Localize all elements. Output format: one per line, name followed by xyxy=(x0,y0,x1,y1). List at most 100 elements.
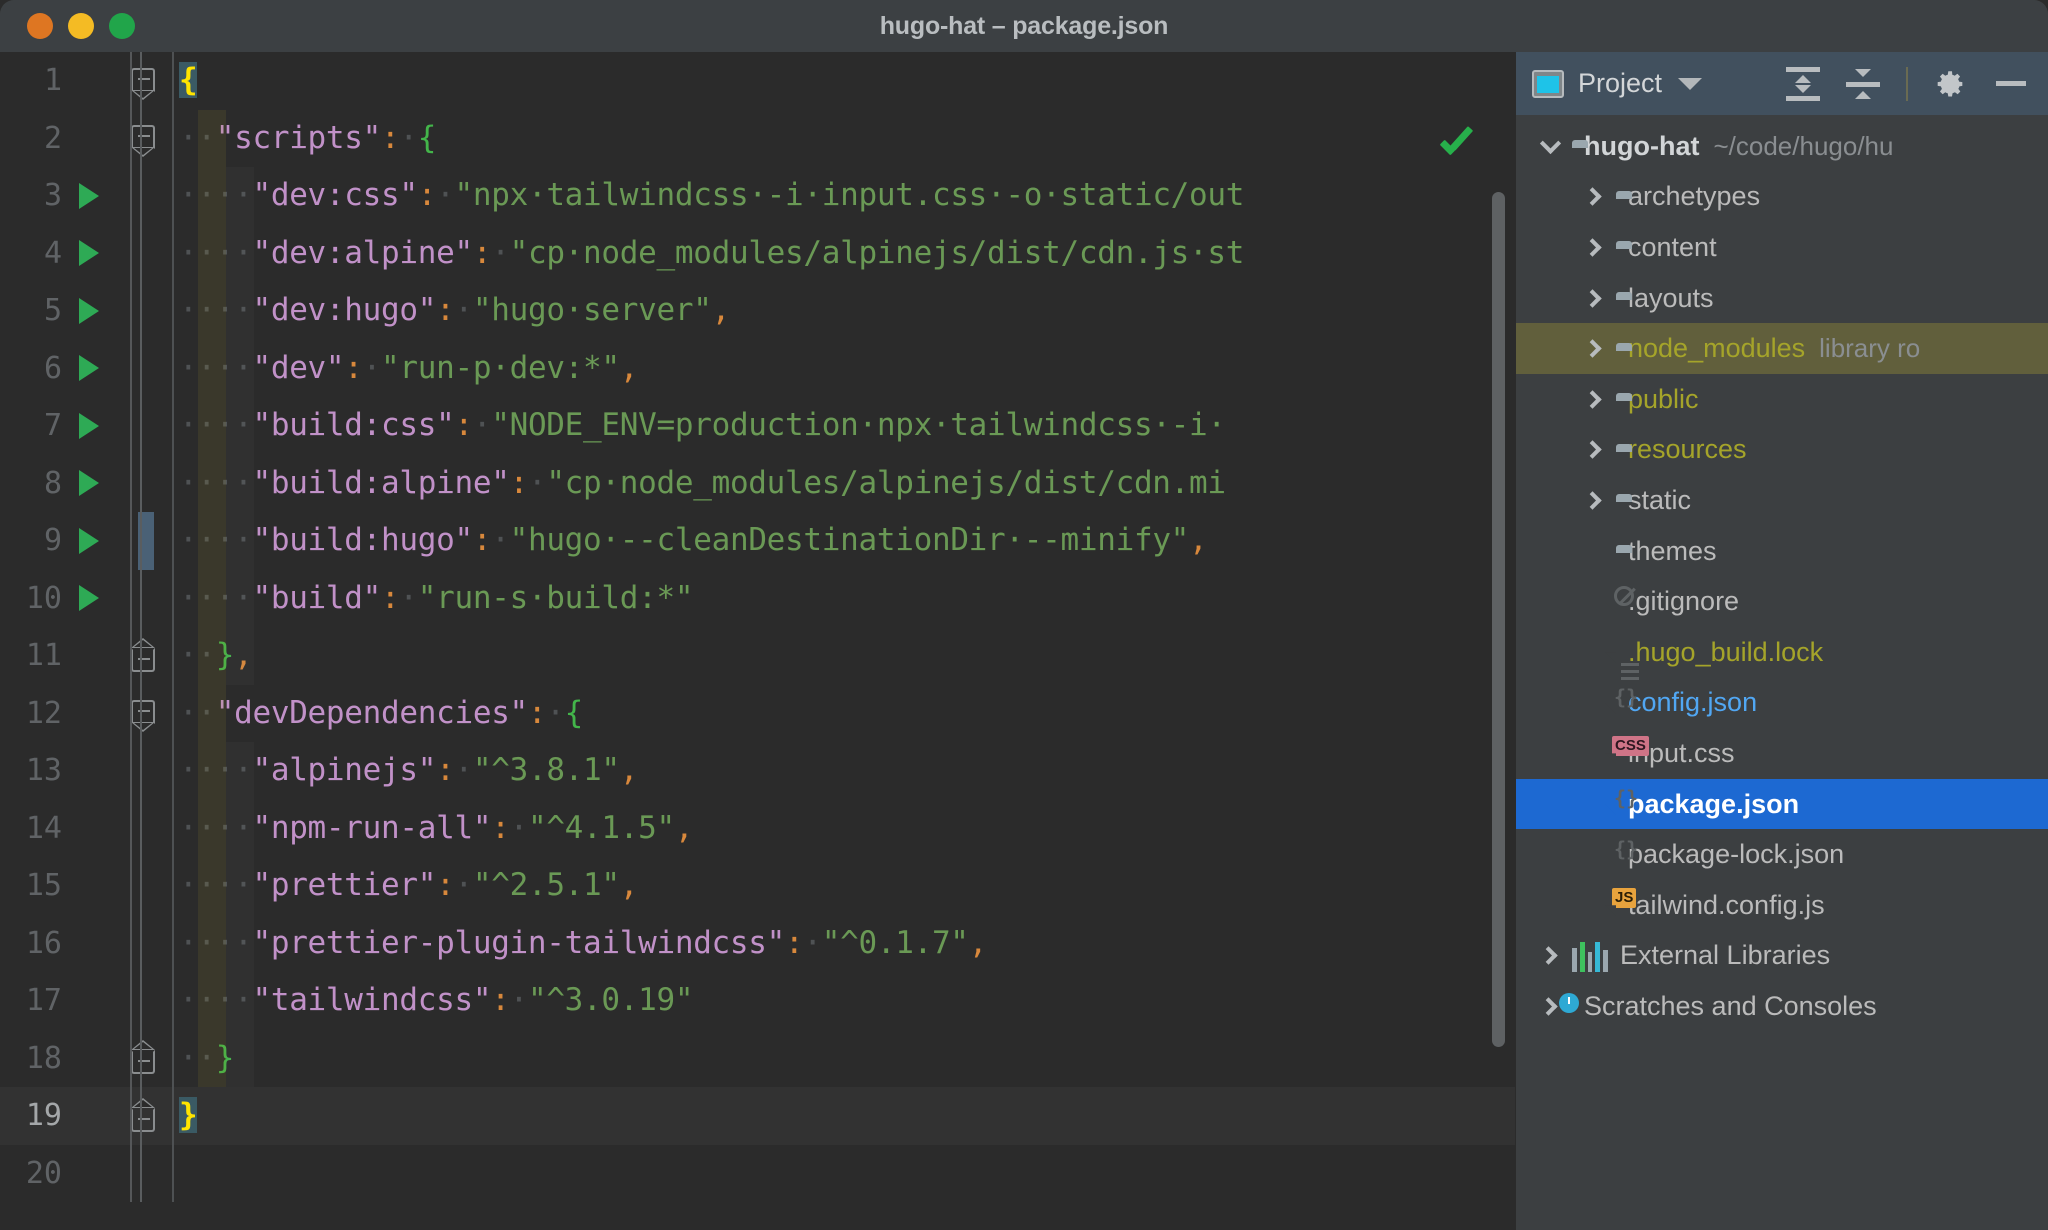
tree-expand-arrow[interactable] xyxy=(1572,339,1616,358)
editor-gutter[interactable]: 9 xyxy=(0,512,175,570)
expand-all-button[interactable] xyxy=(1780,61,1826,107)
code-fold-toggle[interactable] xyxy=(112,685,175,743)
code-line-content[interactable]: ····"dev:alpine":·"cp·node_modules/alpin… xyxy=(175,225,1515,283)
tree-expand-arrow[interactable] xyxy=(1572,440,1616,460)
editor-line[interactable]: 20 xyxy=(0,1145,1515,1203)
tree-node-static[interactable]: static xyxy=(1516,475,2048,526)
editor-vertical-scrollbar[interactable] xyxy=(1492,192,1505,1047)
tree-node-resources[interactable]: resources xyxy=(1516,425,2048,476)
tree-expand-arrow[interactable] xyxy=(1572,288,1616,308)
tree-node-config-json[interactable]: {} config.json xyxy=(1516,678,2048,729)
editor-gutter[interactable]: 20 xyxy=(0,1145,175,1203)
code-fold-toggle[interactable] xyxy=(112,1030,175,1088)
code-line-content[interactable]: ··} xyxy=(175,1030,1515,1088)
fold-end-icon[interactable] xyxy=(130,1040,157,1075)
editor-gutter[interactable]: 10 xyxy=(0,570,175,628)
tree-expand-arrow[interactable] xyxy=(1572,187,1616,207)
code-line-content[interactable]: ····"npm-run-all":·"^4.1.5", xyxy=(175,800,1515,858)
editor-gutter[interactable]: 6 xyxy=(0,340,175,398)
run-script-arrow-icon[interactable] xyxy=(66,355,112,382)
editor-line[interactable]: 1{ xyxy=(0,52,1515,110)
code-fold-toggle[interactable] xyxy=(112,52,175,110)
code-line-content[interactable]: } xyxy=(175,1087,1515,1145)
code-line-content[interactable]: ··}, xyxy=(175,627,1515,685)
editor-gutter[interactable]: 18 xyxy=(0,1030,175,1088)
tree-node-package-json[interactable]: {} package.json xyxy=(1516,778,2048,830)
tree-expand-arrow[interactable] xyxy=(1528,132,1572,154)
code-fold-toggle[interactable] xyxy=(112,627,175,685)
code-line-content[interactable]: ····"dev:css":·"npx·tailwindcss·-i·input… xyxy=(175,167,1515,225)
code-line-content[interactable]: ····"build:css":·"NODE_ENV=production·np… xyxy=(175,397,1515,455)
zoom-button-icon[interactable] xyxy=(109,13,135,39)
chevron-down-icon[interactable] xyxy=(1678,77,1703,90)
editor-gutter[interactable]: 16 xyxy=(0,915,175,973)
tree-node--gitignore[interactable]: .gitignore xyxy=(1516,576,2048,627)
fold-end-icon[interactable] xyxy=(130,637,157,672)
code-line-content[interactable]: ··"scripts":·{ xyxy=(175,110,1515,168)
tree-node-package-lock-json[interactable]: {} package-lock.json xyxy=(1516,829,2048,880)
code-fold-toggle[interactable] xyxy=(112,1087,175,1145)
tree-node-input-css[interactable]: CSS input.css xyxy=(1516,728,2048,779)
fold-collapse-icon[interactable] xyxy=(130,65,157,100)
code-line-content[interactable]: ····"dev:hugo":·"hugo·server", xyxy=(175,282,1515,340)
code-line-content[interactable]: ····"prettier-plugin-tailwindcss":·"^0.1… xyxy=(175,915,1515,973)
editor-gutter[interactable]: 13 xyxy=(0,742,175,800)
tree-expand-arrow[interactable] xyxy=(1572,491,1616,510)
settings-button[interactable] xyxy=(1928,61,1974,107)
editor-gutter[interactable]: 4 xyxy=(0,225,175,283)
code-line-content[interactable]: ····"build:alpine":·"cp·node_modules/alp… xyxy=(175,455,1515,513)
editor-line[interactable]: 19} xyxy=(0,1087,1515,1145)
tree-expand-arrow[interactable] xyxy=(1572,238,1616,257)
code-line-content[interactable]: ····"build":·"run-s·build:*" xyxy=(175,570,1515,628)
tree-expand-arrow[interactable] xyxy=(1528,946,1572,965)
tree-node-node-modules[interactable]: node_modules library ro xyxy=(1516,323,2048,374)
run-script-arrow-icon[interactable] xyxy=(66,470,112,497)
collapse-all-button[interactable] xyxy=(1840,61,1886,107)
fold-collapse-icon[interactable] xyxy=(130,697,157,733)
code-fold-toggle[interactable] xyxy=(112,110,175,168)
tree-node-external-libraries[interactable]: External Libraries xyxy=(1516,931,2048,982)
editor-gutter[interactable]: 11 xyxy=(0,627,175,685)
run-script-arrow-icon[interactable] xyxy=(66,527,112,554)
tree-node-archetypes[interactable]: archetypes xyxy=(1516,172,2048,223)
run-script-arrow-icon[interactable] xyxy=(66,585,112,612)
run-script-arrow-icon[interactable] xyxy=(66,182,112,209)
minimize-button-icon[interactable] xyxy=(68,13,94,39)
editor-gutter[interactable]: 17 xyxy=(0,972,175,1030)
fold-collapse-icon[interactable] xyxy=(130,122,157,158)
editor-line[interactable]: 12 ··"devDependencies":·{ xyxy=(0,685,1515,743)
editor-gutter[interactable]: 14 xyxy=(0,800,175,858)
editor-gutter[interactable]: 19 xyxy=(0,1087,175,1145)
tree-node-layouts[interactable]: layouts xyxy=(1516,273,2048,324)
code-line-content[interactable]: ····"prettier":·"^2.5.1", xyxy=(175,857,1515,915)
code-line-content[interactable]: ····"build:hugo":·"hugo·--cleanDestinati… xyxy=(175,512,1515,570)
run-script-arrow-icon[interactable] xyxy=(66,240,112,267)
project-file-tree[interactable]: hugo-hat ~/code/hugo/hu archetypes content l… xyxy=(1516,115,2048,1230)
code-editor[interactable]: 1{2 ··"scripts":·{3 ····"dev:css":·"npx·ta… xyxy=(0,52,1515,1230)
hide-panel-button[interactable] xyxy=(1988,61,2034,107)
code-line-content[interactable]: ····"tailwindcss":·"^3.0.19" xyxy=(175,972,1515,1030)
inspection-ok-icon[interactable] xyxy=(1439,134,1475,160)
tree-node-tailwind-config-js[interactable]: JS tailwind.config.js xyxy=(1516,880,2048,931)
tree-node--hugo-build-lock[interactable]: .hugo_build.lock xyxy=(1516,627,2048,678)
tree-node-scratches-and-consoles[interactable]: Scratches and Consoles xyxy=(1516,981,2048,1032)
code-line-content[interactable]: ····"dev":·"run-p·dev:*", xyxy=(175,340,1515,398)
editor-gutter[interactable]: 12 xyxy=(0,685,175,743)
tree-node-content[interactable]: content xyxy=(1516,222,2048,273)
editor-gutter[interactable]: 1 xyxy=(0,52,175,110)
fold-end-icon[interactable] xyxy=(130,1097,157,1132)
code-line-content[interactable]: ··"devDependencies":·{ xyxy=(175,685,1515,743)
tree-node-themes[interactable]: themes xyxy=(1516,526,2048,577)
editor-gutter[interactable]: 5 xyxy=(0,282,175,340)
editor-gutter[interactable]: 15 xyxy=(0,857,175,915)
editor-gutter[interactable]: 2 xyxy=(0,110,175,168)
editor-line[interactable]: 2 ··"scripts":·{ xyxy=(0,110,1515,168)
close-button-icon[interactable] xyxy=(27,13,53,39)
editor-gutter[interactable]: 8 xyxy=(0,455,175,513)
run-script-arrow-icon[interactable] xyxy=(66,297,112,324)
editor-gutter[interactable]: 7 xyxy=(0,397,175,455)
editor-gutter[interactable]: 3 xyxy=(0,167,175,225)
code-line-content[interactable]: { xyxy=(175,52,1515,110)
tree-node-public[interactable]: public xyxy=(1516,374,2048,425)
run-script-arrow-icon[interactable] xyxy=(66,412,112,439)
